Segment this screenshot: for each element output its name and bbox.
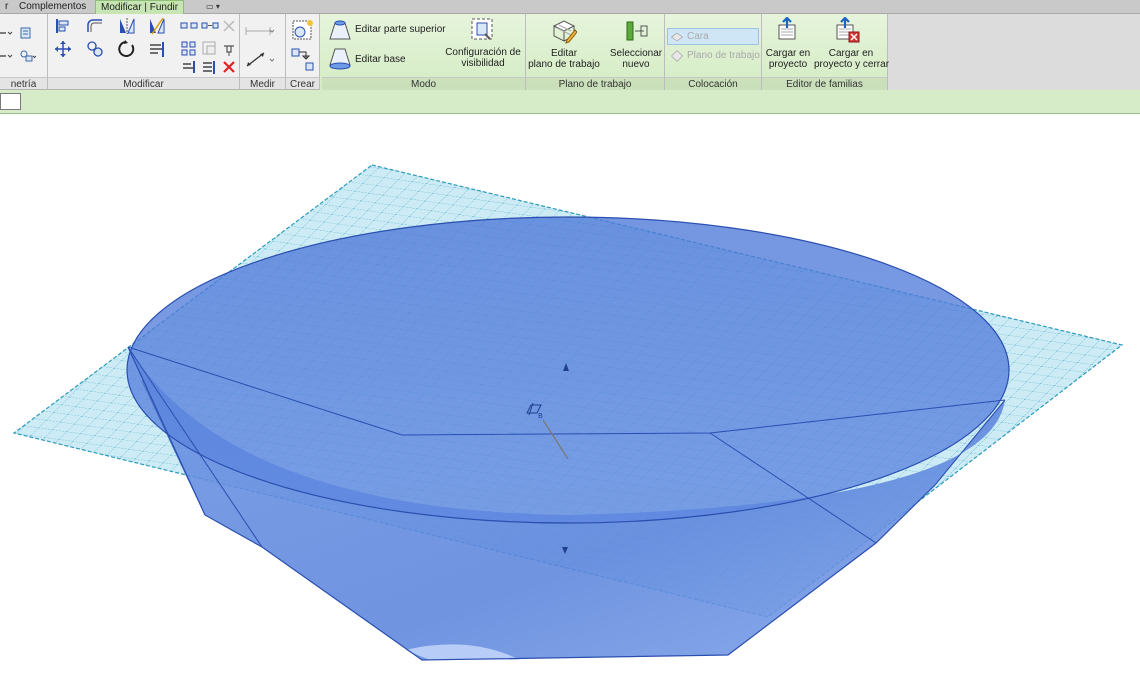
split-gap-icon[interactable] (201, 17, 219, 35)
measure-icon[interactable] (244, 50, 274, 68)
load-into-project-button[interactable]: Cargar en proyecto (762, 48, 814, 70)
edit-base-icon[interactable] (327, 46, 351, 70)
panel-label-modificar: Modificar (48, 77, 239, 90)
edit-top-button[interactable]: Editar parte superior (355, 24, 446, 35)
load-and-close-icon[interactable] (834, 17, 860, 43)
rotate-icon[interactable] (118, 40, 136, 58)
panel-plano-trabajo: Editar plano de trabajo Seleccionar nuev… (526, 14, 665, 90)
placement-work-plane-option[interactable]: Plano de trabajo (687, 50, 760, 61)
split-element-icon[interactable] (180, 17, 198, 35)
panel-label-crear: Crear (286, 77, 319, 90)
offset-icon[interactable] (86, 17, 104, 35)
panel-editor-familias: Cargar en proyecto Cargar en proyecto y … (762, 14, 889, 90)
pick-new-host-icon[interactable] (624, 18, 650, 44)
panel-crear: Crear (286, 14, 320, 90)
join-geometry-icon[interactable] (18, 24, 36, 42)
tab-complementos[interactable]: Complementos (14, 0, 91, 14)
mirror-draw-icon[interactable] (148, 17, 166, 35)
unpin-icon[interactable] (220, 17, 238, 35)
visibility-settings-icon[interactable] (469, 16, 495, 42)
panel-label-geometria: netría (0, 77, 47, 90)
panel-modificar: Modificar (48, 14, 240, 90)
create-group-icon[interactable] (290, 18, 314, 42)
trim-multiple-icon[interactable] (201, 58, 219, 76)
options-bar-input[interactable] (0, 93, 21, 110)
cut-geometry-icon[interactable] (0, 47, 14, 65)
array-icon[interactable] (180, 40, 198, 58)
work-plane-placement-icon (670, 49, 684, 63)
scale-icon[interactable] (201, 40, 219, 58)
ribbon: netría Modificar Medir Crear Editar part… (0, 14, 1140, 90)
panel-label-plano-trabajo: Plano de trabajo (526, 77, 664, 90)
trim-single-icon[interactable] (180, 58, 198, 76)
ribbon-minimize-toggle[interactable]: ▭ ▾ (200, 2, 226, 12)
visibility-settings-button[interactable]: Configuración de visibilidad (444, 47, 522, 69)
panel-label-editor-familias: Editor de familias (762, 77, 887, 90)
create-parts-icon[interactable] (290, 47, 314, 71)
edit-work-plane-button[interactable]: Editar plano de trabajo (526, 48, 602, 70)
panel-label-modo: Modo (322, 77, 525, 90)
drawing-area[interactable]: B (0, 115, 1140, 680)
trim-extend-icon[interactable] (148, 40, 166, 58)
options-bar (0, 90, 1140, 114)
blend-3d-view[interactable]: B (0, 115, 1140, 680)
panel-geometria: netría (0, 14, 48, 90)
aligned-dimension-icon[interactable] (244, 22, 274, 40)
copy-icon[interactable] (86, 40, 104, 58)
pin-icon[interactable] (220, 40, 238, 58)
load-into-project-icon[interactable] (775, 17, 801, 43)
split-face-icon[interactable] (18, 47, 36, 65)
geometry-tool-icon[interactable] (0, 24, 14, 42)
panel-label-colocacion: Colocación (665, 77, 761, 90)
edit-top-icon[interactable] (327, 17, 351, 41)
edit-base-button[interactable]: Editar base (355, 54, 406, 65)
mirror-axis-icon[interactable] (118, 17, 136, 35)
panel-medir: Medir (240, 14, 286, 90)
load-and-close-button[interactable]: Cargar en proyecto y cerrar (814, 48, 889, 70)
pick-new-host-button[interactable]: Seleccionar nuevo (606, 48, 666, 70)
edit-work-plane-icon[interactable] (551, 18, 577, 44)
tab-modificar-fundir[interactable]: Modificar | Fundir (95, 0, 185, 15)
align-icon[interactable] (54, 17, 72, 35)
move-icon[interactable] (54, 40, 72, 58)
ribbon-tab-strip: r Complementos Modificar | Fundir ▭ ▾ (0, 0, 1140, 15)
face-placement-icon (670, 30, 684, 44)
panel-modo: Editar parte superior Editar base Config… (322, 14, 526, 90)
ribbon-empty-area (888, 14, 1140, 90)
delete-icon[interactable] (220, 58, 238, 76)
tab-partial[interactable]: r (0, 0, 13, 14)
panel-label-medir: Medir (240, 77, 285, 90)
placement-face-label: Cara (687, 31, 709, 42)
blend-solid[interactable] (126, 216, 1010, 661)
svg-text:B: B (538, 412, 543, 420)
